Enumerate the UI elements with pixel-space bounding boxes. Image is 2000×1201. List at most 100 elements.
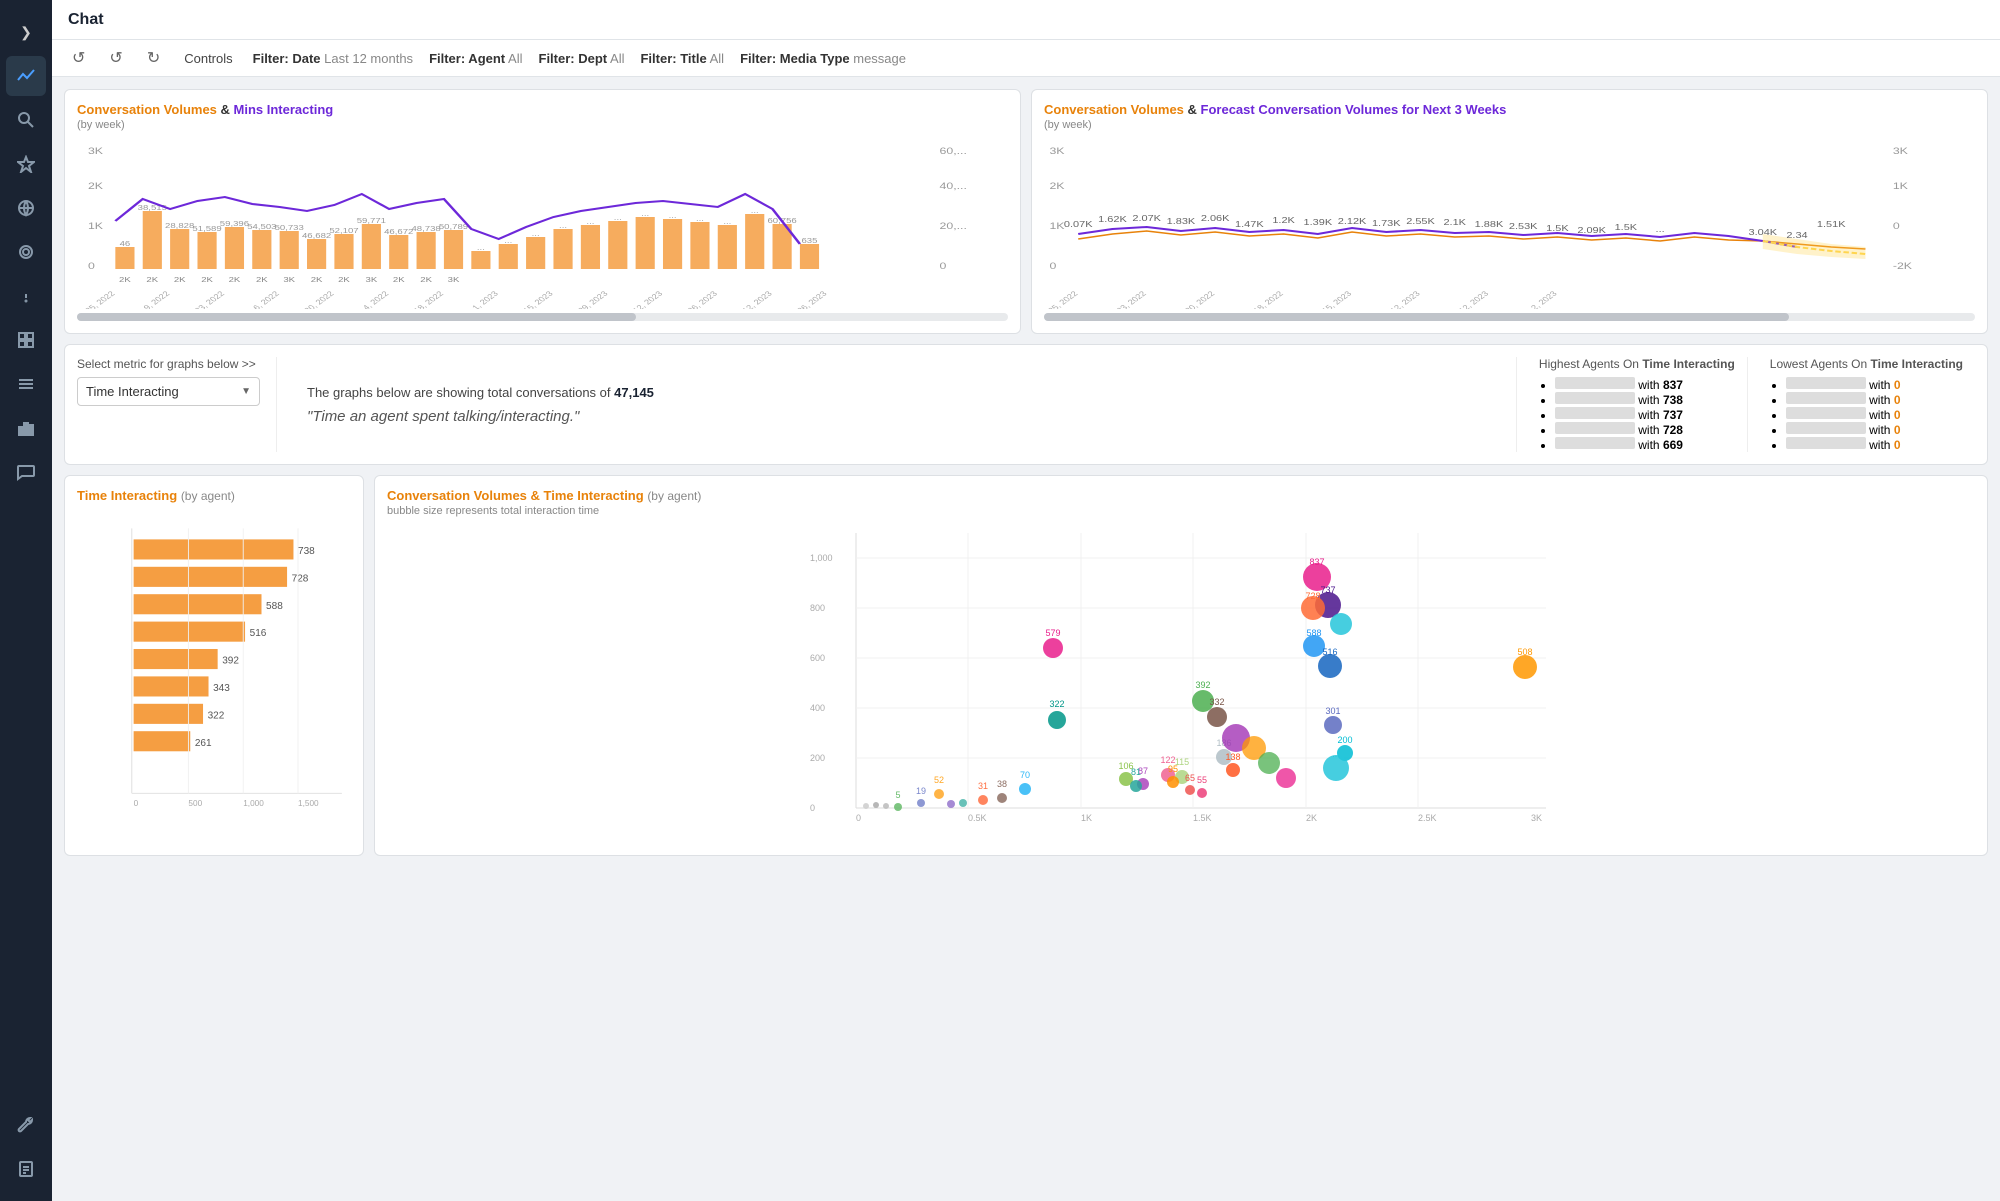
svg-text:332: 332 <box>1209 697 1224 707</box>
svg-text:Oct 23, 2022: Oct 23, 2022 <box>1101 289 1148 309</box>
metric-total-value: 47,145 <box>614 385 654 400</box>
svg-text:2.09K: 2.09K <box>1577 226 1606 235</box>
svg-text:52: 52 <box>934 775 944 785</box>
sidebar-collapse[interactable]: ❯ <box>6 12 46 52</box>
svg-text:635: 635 <box>801 236 817 244</box>
svg-text:588: 588 <box>266 601 283 612</box>
svg-text:...: ... <box>532 229 540 237</box>
svg-text:Sep 25, 2022: Sep 25, 2022 <box>77 289 117 309</box>
svg-text:Dec 18, 2022: Dec 18, 2022 <box>1237 289 1286 309</box>
svg-text:2K: 2K <box>229 275 241 283</box>
toolbar: ↺ ↺ ↻ Controls Filter: Date Last 12 mont… <box>52 40 2000 77</box>
svg-text:Feb 12, 2023: Feb 12, 2023 <box>617 289 665 309</box>
svg-text:Jan 15, 2023: Jan 15, 2023 <box>1306 289 1353 309</box>
svg-text:0: 0 <box>856 813 861 823</box>
svg-text:38: 38 <box>997 779 1007 789</box>
lowest-agents-list: with 0 with 0 with 0 with 0 with 0 <box>1770 377 1963 452</box>
svg-text:59,771: 59,771 <box>357 216 387 224</box>
svg-text:55: 55 <box>1197 775 1207 785</box>
sidebar-item-wrench[interactable] <box>6 1105 46 1145</box>
redo1-button[interactable]: ↺ <box>105 46 126 70</box>
sidebar-item-list[interactable] <box>6 364 46 404</box>
filter-date[interactable]: Filter: Date Last 12 months <box>253 51 413 66</box>
filter-agent[interactable]: Filter: Agent All <box>429 51 522 66</box>
svg-text:2.1K: 2.1K <box>1443 218 1466 227</box>
svg-text:3K: 3K <box>448 275 460 283</box>
svg-text:343: 343 <box>213 683 230 694</box>
svg-text:2.34: 2.34 <box>1786 231 1808 240</box>
sidebar-item-chat[interactable] <box>6 452 46 492</box>
filter-media-type[interactable]: Filter: Media Type message <box>740 51 906 66</box>
bubble-chart-panel: Conversation Volumes & Time Interacting … <box>374 475 1988 856</box>
sidebar: ❯ <box>0 0 52 1201</box>
svg-text:1.73K: 1.73K <box>1372 219 1401 228</box>
svg-text:0: 0 <box>88 261 95 271</box>
svg-text:738: 738 <box>298 546 315 557</box>
svg-text:0: 0 <box>134 799 139 808</box>
svg-text:322: 322 <box>208 710 225 721</box>
svg-text:-2K: -2K <box>1893 261 1913 271</box>
svg-text:3K: 3K <box>1531 813 1542 823</box>
svg-text:2K: 2K <box>393 275 405 283</box>
svg-text:2K: 2K <box>256 275 268 283</box>
sidebar-item-radio[interactable] <box>6 232 46 272</box>
sidebar-item-grid[interactable] <box>6 320 46 360</box>
svg-text:1,000: 1,000 <box>810 553 833 563</box>
svg-text:46,672: 46,672 <box>384 227 414 235</box>
svg-text:2.55K: 2.55K <box>1406 217 1435 226</box>
svg-text:392: 392 <box>1195 680 1210 690</box>
svg-text:Oct 23, 2022: Oct 23, 2022 <box>180 289 227 309</box>
left-chart-svg: 3K 2K 1K 0 60,... 40,... 20,... 0 46 38,… <box>77 139 1008 309</box>
svg-text:Mar 12, 2023: Mar 12, 2023 <box>726 289 774 309</box>
svg-text:28,828: 28,828 <box>165 221 195 229</box>
svg-text:2.12K: 2.12K <box>1338 217 1367 226</box>
svg-text:...: ... <box>559 221 567 229</box>
undo-button[interactable]: ↺ <box>68 46 89 70</box>
svg-text:...: ... <box>477 243 485 251</box>
sidebar-item-star[interactable] <box>6 144 46 184</box>
svg-text:81: 81 <box>1131 767 1141 777</box>
svg-text:1.5K: 1.5K <box>1615 223 1638 232</box>
metric-select-dropdown[interactable]: Time Interacting ▼ <box>77 377 260 406</box>
svg-text:737: 737 <box>1320 585 1335 595</box>
controls-button[interactable]: Controls <box>180 49 236 68</box>
sidebar-item-analytics[interactable] <box>6 56 46 96</box>
svg-text:Jan 1, 2023: Jan 1, 2023 <box>457 289 501 309</box>
filter-title[interactable]: Filter: Title All <box>640 51 724 66</box>
sidebar-item-search[interactable] <box>6 100 46 140</box>
svg-text:46: 46 <box>120 239 131 247</box>
svg-text:...: ... <box>1656 225 1665 234</box>
svg-text:1,500: 1,500 <box>298 799 319 808</box>
svg-text:...: ... <box>669 211 677 219</box>
svg-text:3K: 3K <box>366 275 378 283</box>
svg-text:0.07K: 0.07K <box>1064 220 1093 229</box>
svg-text:38,515: 38,515 <box>138 203 168 211</box>
svg-text:2.07K: 2.07K <box>1132 214 1161 223</box>
sidebar-item-network[interactable] <box>6 188 46 228</box>
svg-text:Jan 29, 2023: Jan 29, 2023 <box>563 289 610 309</box>
svg-text:...: ... <box>751 206 759 214</box>
svg-text:2K: 2K <box>146 275 158 283</box>
filter-dept[interactable]: Filter: Dept All <box>539 51 625 66</box>
svg-text:516: 516 <box>1322 647 1337 657</box>
highest-agents-title: Highest Agents On Time Interacting <box>1539 357 1735 371</box>
sidebar-item-report[interactable] <box>6 1149 46 1189</box>
top-charts-row: Conversation Volumes & Mins Interacting … <box>64 89 1988 334</box>
svg-text:2K: 2K <box>311 275 323 283</box>
svg-text:2K: 2K <box>1306 813 1317 823</box>
sidebar-item-alert[interactable] <box>6 276 46 316</box>
svg-text:516: 516 <box>250 628 267 639</box>
svg-text:301: 301 <box>1325 706 1340 716</box>
svg-text:0: 0 <box>1049 261 1056 271</box>
svg-text:46,682: 46,682 <box>302 231 332 239</box>
redo2-button[interactable]: ↻ <box>143 46 164 70</box>
left-chart-subtitle: (by week) <box>77 119 1008 131</box>
svg-text:728: 728 <box>292 573 309 584</box>
svg-text:1.5K: 1.5K <box>1193 813 1212 823</box>
svg-text:261: 261 <box>195 738 212 749</box>
svg-text:2.5K: 2.5K <box>1418 813 1437 823</box>
svg-text:...: ... <box>504 236 512 244</box>
sidebar-item-bar[interactable] <box>6 408 46 448</box>
right-chart-title: Conversation Volumes & Forecast Conversa… <box>1044 102 1975 117</box>
svg-text:Nov 20, 2022: Nov 20, 2022 <box>1168 289 1217 309</box>
